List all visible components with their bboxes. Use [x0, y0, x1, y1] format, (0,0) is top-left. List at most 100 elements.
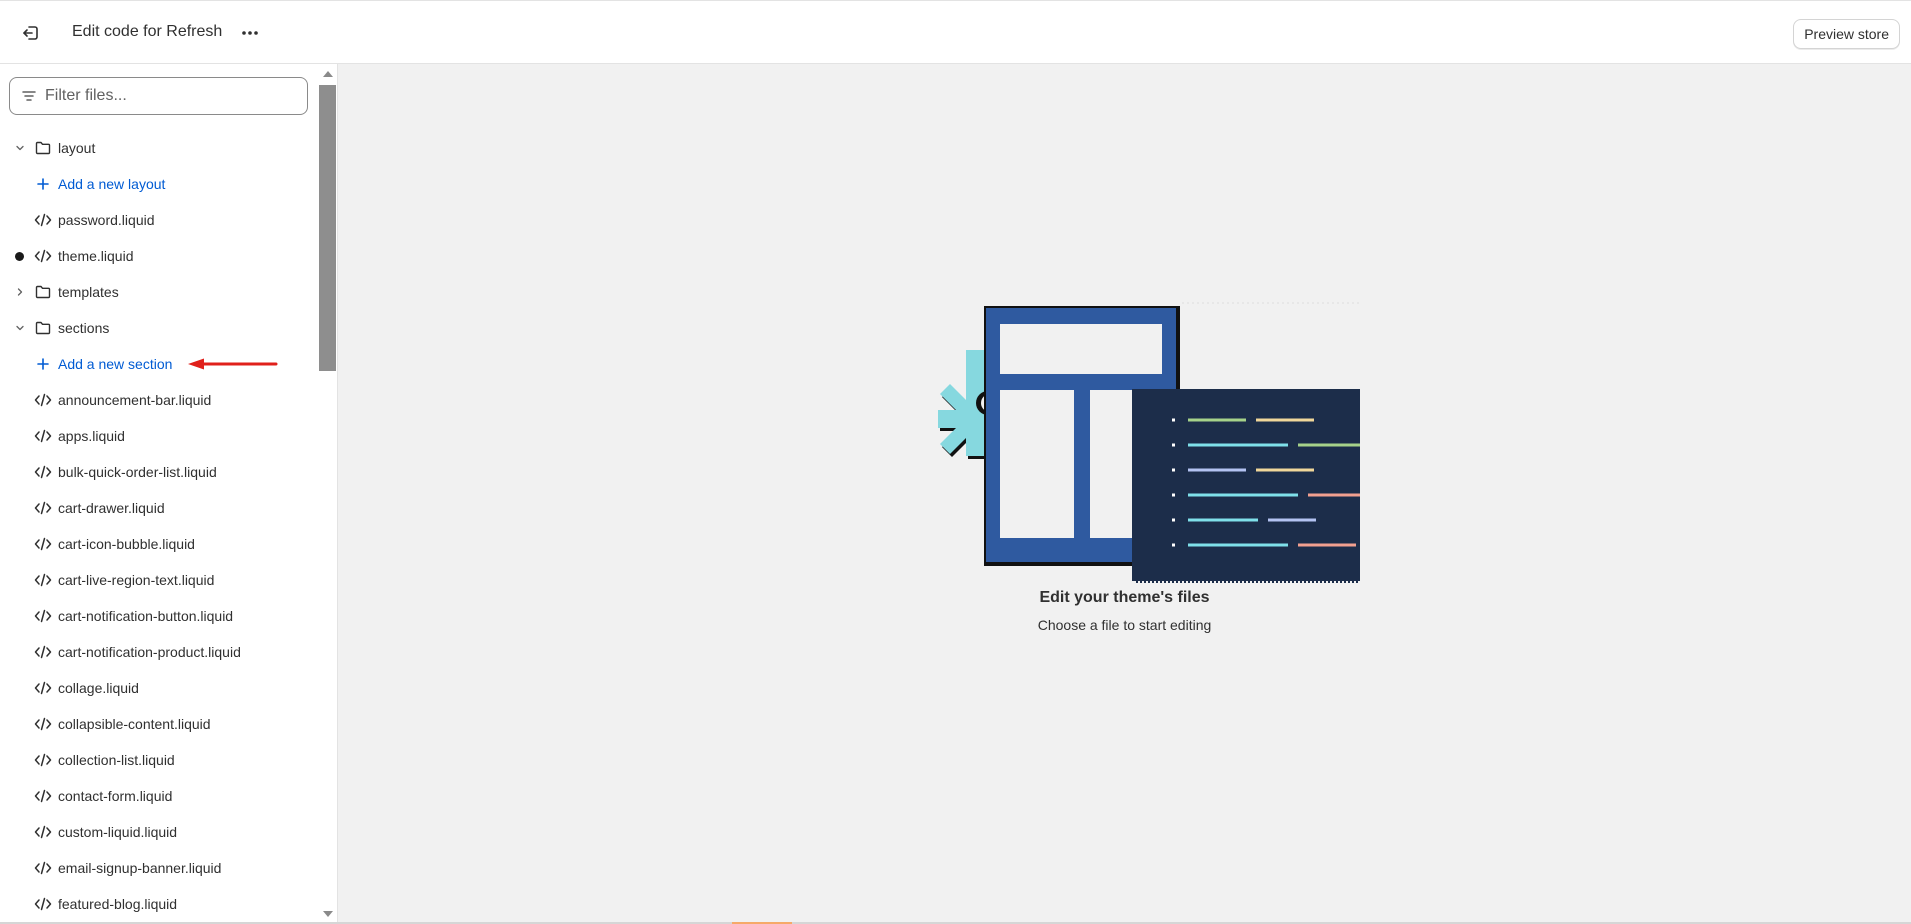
checker-pixel — [1278, 579, 1280, 581]
exit-button[interactable] — [18, 20, 44, 46]
filter-files-field[interactable] — [9, 77, 308, 115]
code-file-icon — [34, 607, 52, 625]
code-line — [1188, 518, 1258, 522]
checker-pixel — [1280, 581, 1282, 583]
checker-pixel — [1248, 581, 1250, 583]
checker-pixel — [1326, 579, 1328, 581]
checker-pixel — [1328, 581, 1330, 583]
scroll-down-arrow-icon[interactable] — [323, 911, 333, 917]
checker-pixel — [1308, 581, 1310, 583]
checker-pixel — [1154, 579, 1156, 581]
folder-icon — [34, 283, 52, 301]
checker-pixel — [1196, 581, 1198, 583]
checker-pixel — [1286, 579, 1288, 581]
checker-pixel — [1334, 579, 1336, 581]
checker-pixel — [1254, 579, 1256, 581]
tree-file-item[interactable]: custom-liquid.liquid — [0, 814, 318, 850]
checker-pixel — [1152, 581, 1154, 583]
checker-pixel — [1262, 579, 1264, 581]
checker-pixel — [1330, 579, 1332, 581]
code-bullet — [1172, 443, 1175, 447]
checker-pixel — [1290, 579, 1292, 581]
tree-file-item[interactable]: email-signup-banner.liquid — [0, 850, 318, 886]
tree-item-label: cart-icon-bubble.liquid — [58, 536, 195, 552]
checker-pixel — [1182, 579, 1184, 581]
chevron-down-icon[interactable] — [13, 321, 27, 335]
checker-pixel — [1136, 581, 1138, 583]
checker-pixel — [1160, 581, 1162, 583]
horizontal-dots-icon — [242, 31, 258, 35]
checker-pixel — [1228, 581, 1230, 583]
checker-pixel — [1288, 581, 1290, 583]
tree-file-item[interactable]: collection-list.liquid — [0, 742, 318, 778]
tree-file-item[interactable]: theme.liquid — [0, 238, 318, 274]
checker-pixel — [1338, 579, 1340, 581]
tree-item-label: Add a new layout — [58, 176, 166, 192]
tree-file-item[interactable]: featured-blog.liquid — [0, 886, 318, 922]
checker-pixel — [1198, 579, 1200, 581]
checker-pixel — [1238, 579, 1240, 581]
tree-file-item[interactable]: collapsible-content.liquid — [0, 706, 318, 742]
checker-pixel — [1342, 579, 1344, 581]
checker-pixel — [1282, 579, 1284, 581]
checker-pixel — [1134, 579, 1136, 581]
code-line — [1188, 493, 1298, 497]
checker-pixel — [1266, 579, 1268, 581]
code-file-icon — [34, 427, 52, 445]
theme-files-illustration — [938, 302, 1360, 583]
tree-item-label: collection-list.liquid — [58, 752, 175, 768]
code-file-icon — [34, 751, 52, 769]
checker-pixel — [1258, 579, 1260, 581]
chevron-down-icon[interactable] — [13, 141, 27, 155]
tree-file-item[interactable]: cart-notification-button.liquid — [0, 598, 318, 634]
checker-pixel — [1276, 581, 1278, 583]
checker-pixel — [1304, 581, 1306, 583]
code-file-icon — [34, 247, 52, 265]
code-panel-graphic — [1132, 389, 1360, 583]
code-line — [1298, 543, 1356, 547]
checker-pixel — [1292, 581, 1294, 583]
tree-file-item[interactable]: cart-icon-bubble.liquid — [0, 526, 318, 562]
checker-pixel — [1168, 581, 1170, 583]
tree-file-item[interactable]: cart-notification-product.liquid — [0, 634, 318, 670]
checker-pixel — [1214, 579, 1216, 581]
checker-pixel — [1144, 581, 1146, 583]
tree-file-item[interactable]: contact-form.liquid — [0, 778, 318, 814]
tree-folder-layout[interactable]: layout — [0, 130, 318, 166]
tree-file-item[interactable]: apps.liquid — [0, 418, 318, 454]
checker-pixel — [1140, 581, 1142, 583]
checker-pixel — [1306, 579, 1308, 581]
filter-files-input[interactable] — [45, 87, 295, 105]
checker-pixel — [1348, 581, 1350, 583]
tree-item-label: custom-liquid.liquid — [58, 824, 178, 840]
tree-file-item[interactable]: password.liquid — [0, 202, 318, 238]
tree-folder-sections[interactable]: sections — [0, 310, 318, 346]
checker-pixel — [1302, 579, 1304, 581]
scroll-up-arrow-icon[interactable] — [323, 71, 333, 77]
exit-arrow-icon — [23, 26, 38, 40]
tree-file-item[interactable]: announcement-bar.liquid — [0, 382, 318, 418]
checker-pixel — [1190, 579, 1192, 581]
code-file-icon — [34, 211, 52, 229]
checker-pixel — [1220, 581, 1222, 583]
scrollbar-thumb[interactable] — [319, 85, 336, 371]
tree-file-item[interactable]: bulk-quick-order-list.liquid — [0, 454, 318, 490]
tree-item-label: cart-live-region-text.liquid — [58, 572, 215, 588]
tree-folder-templates[interactable]: templates — [0, 274, 318, 310]
chevron-right-icon[interactable] — [13, 285, 27, 299]
checker-pixel — [1324, 581, 1326, 583]
sidebar-scrollbar[interactable] — [318, 64, 337, 922]
more-actions-button[interactable] — [238, 21, 262, 45]
preview-store-button[interactable]: Preview store — [1793, 19, 1900, 49]
tree-file-item[interactable]: cart-drawer.liquid — [0, 490, 318, 526]
add-new-item-link[interactable]: Add a new section — [0, 346, 318, 382]
tree-file-item[interactable]: collage.liquid — [0, 670, 318, 706]
add-new-item-link[interactable]: Add a new layout — [0, 166, 318, 202]
empty-state-subtitle: Choose a file to start editing — [1037, 617, 1212, 633]
checker-pixel — [1224, 581, 1226, 583]
tree-item-label: layout — [58, 140, 96, 156]
tree-file-item[interactable]: cart-live-region-text.liquid — [0, 562, 318, 598]
unsaved-changes-dot — [15, 251, 24, 261]
code-file-icon — [34, 391, 52, 409]
checker-pixel — [1332, 581, 1334, 583]
